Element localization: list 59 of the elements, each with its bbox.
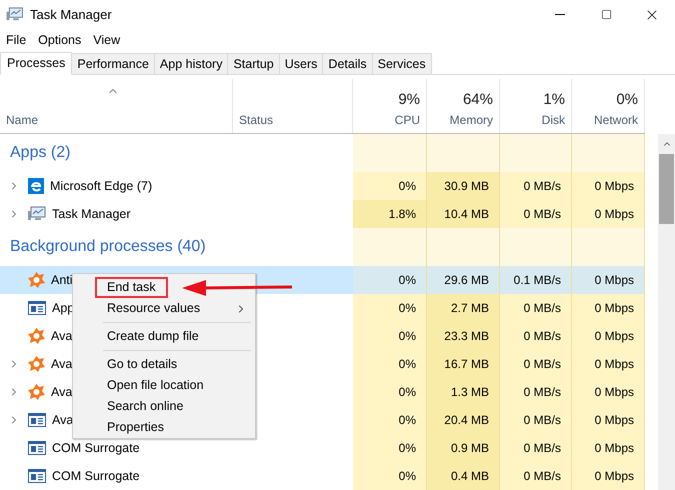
table-cell: 0 MB/s <box>500 406 572 434</box>
table-cell: 0 MB/s <box>500 294 572 322</box>
table-cell: 0.4 MB <box>427 462 500 490</box>
table-cell: 0% <box>353 434 427 462</box>
table-cell: 0% <box>353 462 427 490</box>
process-name: Task Manager <box>52 206 131 223</box>
table-cell: 20.4 MB <box>427 406 500 434</box>
table-cell: 0 Mbps <box>572 294 645 322</box>
table-cell: 0% <box>353 378 427 406</box>
table-cell: 29.6 MB <box>427 266 500 294</box>
table-cell: 0 MB/s <box>500 462 572 490</box>
table-cell: 0% <box>353 350 427 378</box>
process-name: COM Surrogate <box>52 440 140 457</box>
table-cell: 0 Mbps <box>572 462 645 490</box>
table-cell: 0.1 MB/s <box>500 266 572 294</box>
table-cell: 1.3 MB <box>427 378 500 406</box>
column-label: Disk <box>542 112 565 129</box>
table-cell: 30.9 MB <box>427 172 500 200</box>
table-cell: 0 Mbps <box>572 434 645 462</box>
column-label: Network <box>594 112 638 129</box>
table-cell: 0 Mbps <box>572 200 645 228</box>
window-title: Task Manager <box>30 6 112 24</box>
table-cell: 0 Mbps <box>572 350 645 378</box>
table-cell: 16.7 MB <box>427 350 500 378</box>
table-cell: 2.7 MB <box>427 294 500 322</box>
process-name: Ava <box>51 356 72 373</box>
table-cell: 0 MB/s <box>500 322 572 350</box>
table-cell: 0 Mbps <box>572 378 645 406</box>
table-cell: 0 MB/s <box>500 378 572 406</box>
process-name: Microsoft Edge (7) <box>50 178 152 195</box>
table-cell: 0% <box>353 266 427 294</box>
process-name: COM Surrogate <box>52 468 140 485</box>
table-cell: 1.8% <box>353 200 427 228</box>
column-total: 64% <box>462 90 493 110</box>
table-cell: 0 Mbps <box>572 266 645 294</box>
table-cell: 10.4 MB <box>427 200 500 228</box>
table-cell: 0 Mbps <box>572 172 645 200</box>
table-cell: 0 MB/s <box>500 200 572 228</box>
table-cell: 0 MB/s <box>500 172 572 200</box>
group-header: Apps (2) <box>10 143 70 163</box>
table-cell: 0 Mbps <box>572 322 645 350</box>
table-cell: 0% <box>353 322 427 350</box>
table-cell: 0 Mbps <box>572 406 645 434</box>
process-name: Anti <box>51 272 73 289</box>
table-cell: 0 MB/s <box>500 350 572 378</box>
group-header: Background processes (40) <box>10 237 206 257</box>
table-cell: 23.3 MB <box>427 322 500 350</box>
table-cell: 0 MB/s <box>500 434 572 462</box>
column-total: 0% <box>616 90 638 110</box>
column-label: CPU <box>394 112 420 129</box>
process-name: Ava <box>51 328 72 345</box>
table-cell: 0% <box>353 406 427 434</box>
table-cell: 0% <box>353 172 427 200</box>
column-total: 9% <box>398 90 420 110</box>
column-label: Memory <box>450 112 493 129</box>
table-cell: 0% <box>353 294 427 322</box>
table-cell: 0.9 MB <box>427 434 500 462</box>
column-total: 1% <box>543 90 565 110</box>
process-name: Ava <box>51 384 72 401</box>
